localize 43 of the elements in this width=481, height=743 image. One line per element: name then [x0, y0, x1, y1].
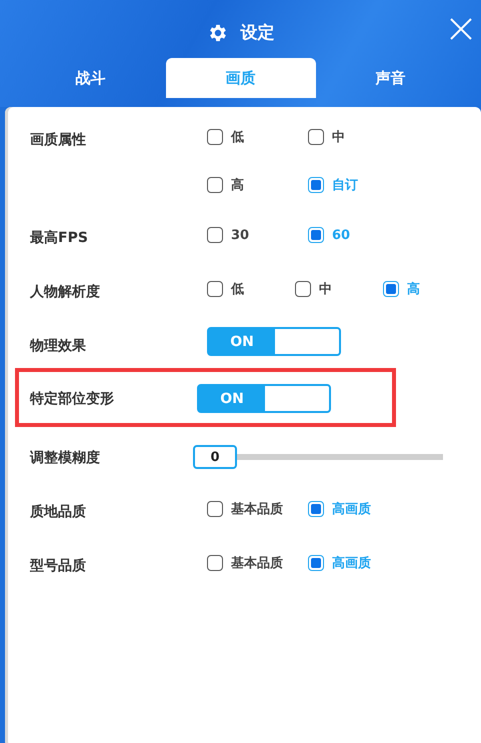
- slider[interactable]: 0: [193, 445, 443, 469]
- option-label: 基本品质: [231, 555, 283, 572]
- checkbox[interactable]: [383, 281, 399, 297]
- setting-label: 特定部位变形: [30, 390, 115, 408]
- slider-thumb[interactable]: 0: [193, 445, 237, 469]
- option-label: 低: [231, 281, 244, 298]
- setting-label: 型号品质: [30, 557, 87, 575]
- close-icon[interactable]: [449, 17, 473, 41]
- option-label: 高: [231, 176, 244, 194]
- option-label: 高: [407, 280, 420, 298]
- checkbox[interactable]: [207, 281, 223, 297]
- setting-label: 调整模糊度: [30, 448, 101, 467]
- checkbox[interactable]: [308, 501, 324, 517]
- checkbox[interactable]: [308, 555, 324, 571]
- option-label: 中: [319, 281, 332, 298]
- tab[interactable]: 画质: [166, 58, 316, 98]
- checkbox[interactable]: [207, 129, 223, 145]
- checkbox[interactable]: [308, 177, 324, 193]
- option-label: 低: [231, 129, 244, 146]
- option-label: 中: [332, 129, 345, 146]
- setting-label: 物理效果: [30, 337, 87, 355]
- window-title: 设定: [240, 22, 274, 44]
- setting-label: 人物解析度: [30, 282, 101, 301]
- option-label: 基本品质: [231, 501, 283, 518]
- checkbox[interactable]: [207, 501, 223, 517]
- checkbox[interactable]: [308, 129, 324, 145]
- tab[interactable]: 声音: [316, 58, 466, 98]
- checkbox[interactable]: [207, 227, 223, 243]
- toggle-switch[interactable]: ON: [197, 384, 331, 413]
- tab[interactable]: 战斗: [16, 58, 166, 98]
- setting-label: 质地品质: [30, 503, 87, 521]
- checkbox[interactable]: [295, 281, 311, 297]
- option-label: 60: [332, 228, 350, 242]
- option-label: 30: [231, 228, 250, 242]
- option-label: 自订: [332, 177, 358, 194]
- setting-label: 画质属性: [30, 131, 87, 149]
- checkbox[interactable]: [308, 227, 324, 243]
- setting-label: 最高FPS: [30, 228, 89, 247]
- option-label: 高画质: [332, 554, 371, 572]
- option-label: 高画质: [332, 500, 371, 518]
- toggle-switch[interactable]: ON: [207, 327, 341, 356]
- checkbox[interactable]: [207, 555, 223, 571]
- checkbox[interactable]: [207, 177, 223, 193]
